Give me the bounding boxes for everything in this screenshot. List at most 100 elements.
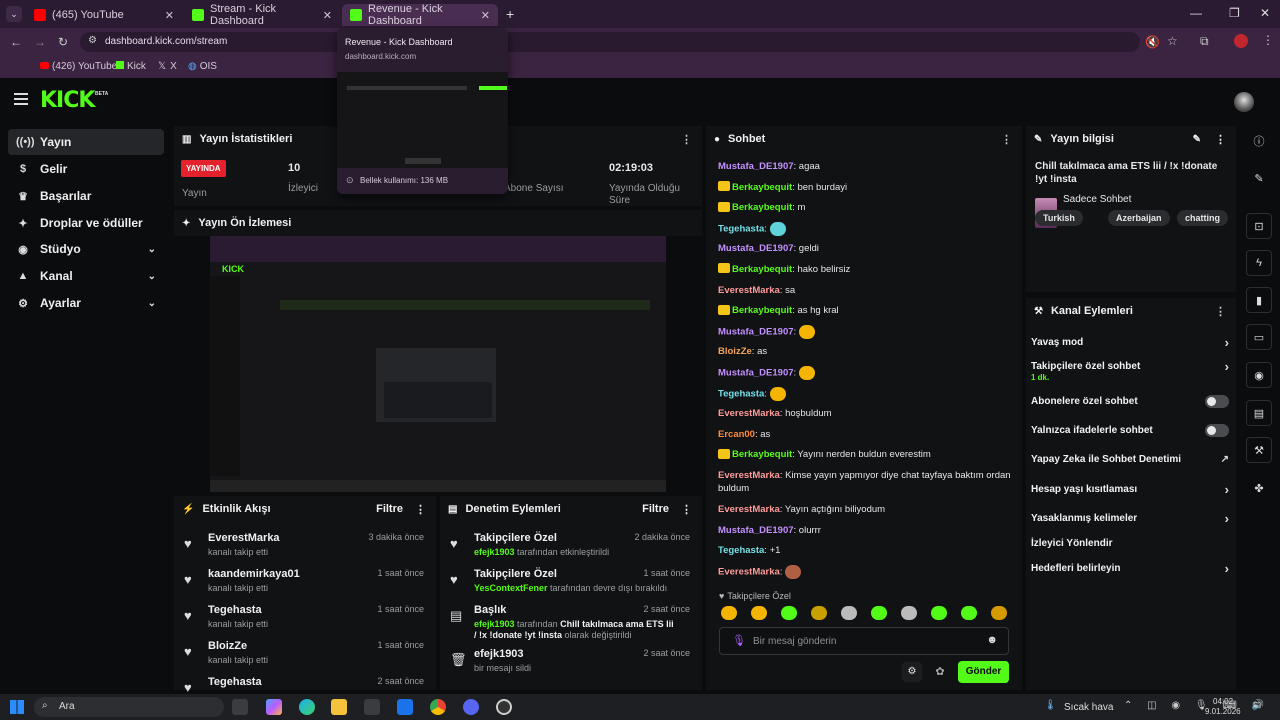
reload-icon[interactable]: ↻	[58, 35, 68, 49]
windows-start-icon[interactable]	[10, 700, 24, 714]
copilot-icon[interactable]	[266, 699, 282, 715]
channel-action-row[interactable]: Hesap yaşı kısıtlaması ›	[1031, 482, 1229, 497]
channel-action-row[interactable]: İzleyici Yönlendir	[1031, 538, 1229, 549]
bookmark-ois[interactable]: ◍ OIS	[188, 61, 217, 72]
taskbar-search[interactable]: ⌕ Ara	[34, 697, 224, 717]
obs-icon[interactable]	[496, 699, 512, 715]
category-name[interactable]: Sadece Sohbet	[1063, 194, 1131, 205]
close-icon[interactable]: ✕	[165, 9, 174, 22]
chat-settings-icon[interactable]: ⚙	[902, 662, 922, 682]
emote-picker-item-icon[interactable]	[811, 606, 827, 620]
chat-username[interactable]: EverestMarka	[718, 504, 780, 515]
moderator-user[interactable]: efejk1903	[474, 619, 515, 629]
more-options-icon[interactable]: ⋮	[681, 133, 692, 146]
bolt-icon[interactable]: ϟ	[1246, 250, 1272, 276]
chat-username[interactable]: EverestMarka	[718, 285, 780, 296]
activity-user[interactable]: BloizZe	[208, 640, 247, 652]
emoji-icon[interactable]: ☻	[986, 634, 998, 646]
url-field[interactable]: ⚙ dashboard.kick.com/stream	[80, 32, 1140, 52]
emote-picker-item-icon[interactable]	[841, 606, 857, 620]
emote-picker-item-icon[interactable]	[781, 606, 797, 620]
emote-picker-item-icon[interactable]	[901, 606, 917, 620]
bookmark-x[interactable]: 𝕏X	[158, 61, 177, 72]
tab-search-chevron-icon[interactable]: ⌄	[6, 6, 22, 22]
chat-username[interactable]: BloizZe	[718, 346, 752, 357]
more-options-icon[interactable]: ⋮	[415, 503, 426, 516]
new-tab-icon[interactable]: +	[506, 6, 514, 22]
layout-icon[interactable]: ▤	[1246, 400, 1272, 426]
site-info-icon[interactable]: ⚙	[88, 35, 97, 46]
weather-label[interactable]: Sıcak hava	[1064, 702, 1113, 713]
toggle-switch[interactable]	[1205, 395, 1229, 408]
chat-username[interactable]: EverestMarka	[718, 566, 780, 577]
close-icon[interactable]: ✕	[481, 9, 490, 22]
broadcast-icon[interactable]: ◉	[1246, 362, 1272, 388]
tab-youtube[interactable]: (465) YouTube ✕	[26, 4, 182, 26]
forward-icon[interactable]: →	[34, 35, 46, 49]
restore-icon[interactable]: ❐	[1229, 6, 1240, 20]
microphone-icon[interactable]: 🎙	[732, 634, 746, 647]
emote-picker-item-icon[interactable]	[751, 606, 767, 620]
minimize-icon[interactable]: —	[1190, 6, 1202, 20]
hamburger-menu-icon[interactable]	[14, 93, 28, 105]
edge-icon[interactable]	[299, 699, 315, 715]
chat-username[interactable]: Mustafa_DE1907	[718, 243, 794, 254]
chat-username[interactable]: Ercan00	[718, 429, 755, 440]
filter-button[interactable]: Filtre	[642, 503, 669, 515]
chat-username[interactable]: Tegehasta	[718, 223, 764, 234]
capture-icon[interactable]: ⊡	[1246, 213, 1272, 239]
more-options-icon[interactable]: ⋮	[681, 503, 692, 516]
sidebar-item-2[interactable]: ♛ Başarılar	[8, 183, 164, 209]
more-options-icon[interactable]: ⋮	[1001, 133, 1012, 146]
moderator-user[interactable]: efejk1903	[474, 547, 515, 557]
channel-action-row[interactable]: Yalnızca ifadelerle sohbet	[1031, 424, 1229, 437]
discord-icon[interactable]	[463, 699, 479, 715]
activity-user[interactable]: kaandemirkaya01	[208, 568, 300, 580]
stream-video[interactable]: KICK	[210, 236, 666, 492]
stream-tag[interactable]: chatting	[1177, 210, 1228, 226]
sidebar-item-6[interactable]: ⚙ Ayarlar ⌄	[8, 290, 164, 316]
tab-revenue-dashboard[interactable]: Revenue - Kick Dashboard ✕	[342, 3, 498, 27]
mute-icon[interactable]: 🔇	[1145, 35, 1160, 49]
channel-action-row[interactable]: Yasaklanmış kelimeler ›	[1031, 511, 1229, 526]
chat-username[interactable]: Berkaybequit	[732, 449, 792, 460]
filter-button[interactable]: Filtre	[376, 503, 403, 515]
chat-username[interactable]: Berkaybequit	[732, 182, 792, 193]
clipboard-icon[interactable]: ▮	[1246, 287, 1272, 313]
edit-icon[interactable]: ✎	[1193, 134, 1201, 145]
chat-input[interactable]: 🎙 Bir mesaj gönderin ☻	[719, 627, 1009, 655]
people-icon[interactable]: ✤	[1246, 475, 1272, 501]
tab-stream-dashboard[interactable]: Stream - Kick Dashboard ✕	[184, 3, 340, 27]
extensions-icon[interactable]: ⧉	[1200, 34, 1209, 49]
kick-logo[interactable]: KICK	[40, 88, 95, 113]
user-avatar[interactable]	[1234, 92, 1254, 112]
toggle-switch[interactable]	[1205, 424, 1229, 437]
back-icon[interactable]: ←	[10, 35, 22, 49]
sidebar-item-0[interactable]: ((•)) Yayın	[8, 129, 164, 155]
bookmark-youtube[interactable]: (426) YouTube	[40, 61, 117, 72]
close-window-icon[interactable]: ✕	[1260, 6, 1270, 20]
channel-action-row[interactable]: Abonelere özel sohbet	[1031, 395, 1229, 408]
sidebar-item-4[interactable]: ◉ Stüdyo ⌄	[8, 236, 164, 262]
channel-action-row[interactable]: Yapay Zeka ile Sohbet Denetimi ↗	[1031, 454, 1229, 465]
channel-action-row[interactable]: Yavaş mod ›	[1031, 335, 1229, 350]
tools-icon[interactable]: ⚒	[1246, 437, 1272, 463]
close-icon[interactable]: ✕	[323, 9, 332, 22]
chat-username[interactable]: Mustafa_DE1907	[718, 326, 794, 337]
activity-user[interactable]: Tegehasta	[208, 604, 262, 616]
chat-username[interactable]: Mustafa_DE1907	[718, 368, 794, 379]
task-view-icon[interactable]	[232, 699, 248, 715]
bookmark-star-icon[interactable]: ☆	[1167, 34, 1178, 48]
bookmark-kick[interactable]: Kick	[116, 61, 146, 72]
info-icon[interactable]: ⓘ	[1246, 128, 1272, 154]
chrome-icon[interactable]	[430, 699, 446, 715]
chat-username[interactable]: Mustafa_DE1907	[718, 161, 794, 172]
chat-username[interactable]: Mustafa_DE1907	[718, 525, 794, 536]
tray-icons[interactable]: ⌃ ◫ ◉ 🎙 ⌨ 🔊	[1124, 700, 1270, 711]
browser-menu-icon[interactable]: ⋮	[1262, 33, 1274, 47]
emote-picker-item-icon[interactable]	[721, 606, 737, 620]
notification-icon[interactable]: ▭	[1252, 699, 1261, 710]
emote-picker-item-icon[interactable]	[991, 606, 1007, 620]
chat-username[interactable]: Berkaybequit	[732, 202, 792, 213]
emote-picker-item-icon[interactable]	[961, 606, 977, 620]
